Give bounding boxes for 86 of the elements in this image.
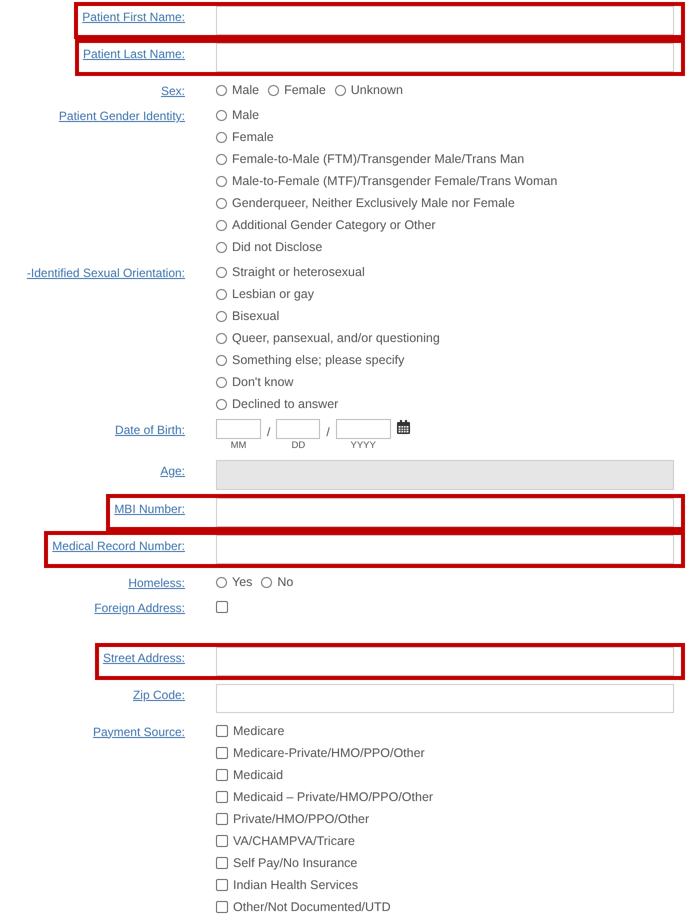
field-label[interactable]: -Identified Sexual Orientation: <box>26 267 185 279</box>
checkbox[interactable] <box>216 769 228 781</box>
checkbox[interactable] <box>216 901 228 913</box>
option-label: Declined to answer <box>232 398 338 411</box>
radio-button[interactable] <box>216 333 227 344</box>
option-label: Male-to-Female (MTF)/Transgender Female/Trans Woman <box>232 175 558 188</box>
option-label: Medicare <box>233 724 284 738</box>
field-hint: YYYY <box>350 441 376 450</box>
radio-button[interactable] <box>216 85 227 96</box>
option-label: No <box>277 576 294 588</box>
option-label: Straight or heterosexual <box>232 266 365 279</box>
option-label: Yes <box>232 576 252 588</box>
option-label: Indian Health Services <box>233 878 358 892</box>
date-separator: / <box>326 424 330 441</box>
field-label[interactable]: Patient Gender Identity: <box>58 110 185 122</box>
radio-button[interactable] <box>268 85 280 96</box>
option-label: VA/CHAMPVA/Tricare <box>233 834 356 848</box>
option-label: Self Pay/No Insurance <box>233 856 358 870</box>
checkbox[interactable] <box>216 835 228 847</box>
radio-button[interactable] <box>334 85 346 96</box>
radio-button[interactable] <box>261 576 272 588</box>
checkbox[interactable] <box>216 747 228 759</box>
checkbox[interactable] <box>216 725 228 737</box>
radio-button[interactable] <box>216 311 227 322</box>
field-label[interactable]: Zip Code: <box>132 688 185 700</box>
option-label: Female <box>232 131 274 144</box>
radio-button[interactable] <box>216 267 227 278</box>
option-label: Something else; please specify <box>232 354 404 367</box>
text-field[interactable] <box>216 646 674 676</box>
date-part-field[interactable] <box>336 419 391 439</box>
radio-button[interactable] <box>216 198 227 209</box>
option-label: Genderqueer, Neither Exclusively Male nor Female <box>232 197 515 210</box>
option-label: Medicare-Private/HMO/PPO/Other <box>233 746 425 760</box>
text-field[interactable] <box>216 43 674 72</box>
checkbox[interactable] <box>216 813 228 825</box>
option-label: Male <box>232 84 260 97</box>
checkbox[interactable] <box>216 791 228 803</box>
option-label: Don't know <box>232 376 294 389</box>
radio-button[interactable] <box>216 154 227 165</box>
text-field[interactable] <box>216 6 674 35</box>
field-label[interactable]: Patient First Name: <box>82 11 185 23</box>
field-label[interactable]: MBI Number: <box>114 502 185 514</box>
field-label[interactable]: Street Address: <box>102 652 185 664</box>
field-label[interactable]: Homeless: <box>128 576 185 588</box>
option-label: Private/HMO/PPO/Other <box>233 812 370 826</box>
date-part-field[interactable] <box>276 419 320 439</box>
field-label[interactable]: Payment Source: <box>92 726 185 738</box>
text-field[interactable] <box>216 534 674 564</box>
option-label: Lesbian or gay <box>232 288 314 301</box>
radio-button[interactable] <box>216 289 227 300</box>
radio-button[interactable] <box>216 110 227 121</box>
option-label: Medicaid – Private/HMO/PPO/Other <box>233 790 434 804</box>
checkbox[interactable] <box>216 879 228 891</box>
radio-button[interactable] <box>216 377 227 388</box>
date-part-field[interactable] <box>216 419 261 439</box>
option-label: Queer, pansexual, and/or questioning <box>232 332 440 345</box>
field-label[interactable]: Sex: <box>160 85 185 97</box>
date-separator: / <box>267 424 270 441</box>
text-field[interactable] <box>216 498 674 526</box>
radio-button[interactable] <box>216 576 227 588</box>
field-label[interactable]: Date of Birth: <box>114 424 185 436</box>
option-label: Bisexual <box>232 310 280 323</box>
field-hint: MM <box>230 441 246 450</box>
radio-button[interactable] <box>216 399 227 410</box>
radio-button[interactable] <box>216 355 227 366</box>
calendar-icon[interactable] <box>396 420 410 434</box>
text-field[interactable] <box>216 684 674 712</box>
field-label[interactable]: Age: <box>160 464 185 476</box>
radio-button[interactable] <box>216 242 227 253</box>
radio-button[interactable] <box>216 132 227 143</box>
option-label: Female <box>284 84 326 97</box>
radio-button[interactable] <box>216 176 227 187</box>
option-label: Unknown <box>350 84 403 97</box>
option-label: Medicaid <box>233 768 284 782</box>
option-label: Female-to-Male (FTM)/Transgender Male/Trans Man <box>232 153 524 166</box>
field-label[interactable]: Patient Last Name: <box>82 48 185 60</box>
checkbox[interactable] <box>216 600 228 612</box>
field-hint: DD <box>291 441 306 450</box>
field-label[interactable]: Medical Record Number: <box>52 540 185 552</box>
option-label: Additional Gender Category or Other <box>232 219 436 232</box>
option-label: Male <box>232 109 260 122</box>
option-label: Other/Not Documented/UTD <box>233 900 391 914</box>
checkbox[interactable] <box>216 857 228 869</box>
radio-button[interactable] <box>216 220 227 231</box>
option-label: Did not Disclose <box>232 241 322 254</box>
field-label[interactable]: Foreign Address: <box>94 602 185 614</box>
